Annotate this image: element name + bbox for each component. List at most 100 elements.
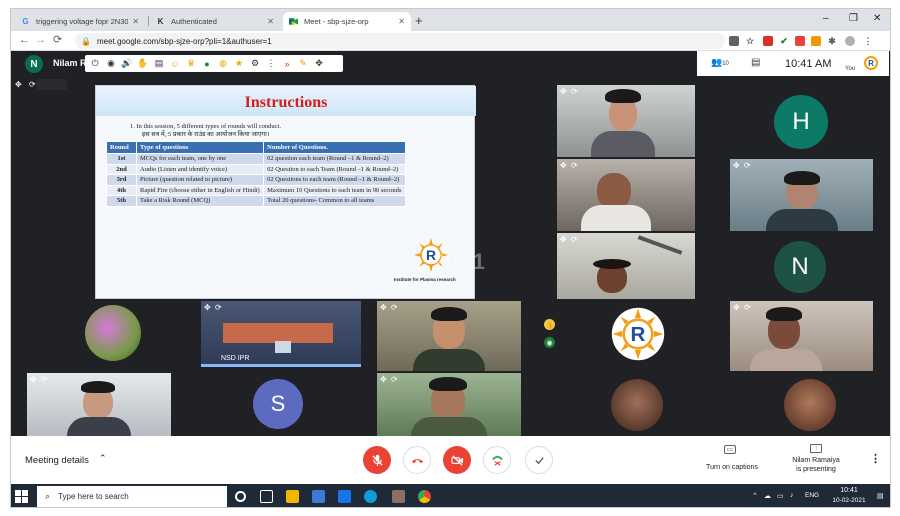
camera-indicator-icon[interactable] bbox=[729, 36, 739, 46]
participant-tile-ipr[interactable]: R bbox=[557, 301, 719, 371]
rotate-icon[interactable]: ⟳ bbox=[571, 161, 578, 170]
input-language[interactable]: ENG bbox=[805, 492, 819, 499]
tab-authenticated[interactable]: K Authenticated ✕ bbox=[150, 12, 280, 31]
pin-icon[interactable]: ✥ bbox=[560, 87, 567, 96]
presenter-status-name[interactable]: Nilam Ramaiya bbox=[781, 457, 851, 464]
annotation-chat-icon[interactable]: ● bbox=[201, 59, 213, 69]
reload-icon[interactable]: ⟳ bbox=[53, 34, 62, 47]
taskbar-clock-time[interactable]: 10:41 bbox=[829, 487, 869, 494]
participant-tile-6[interactable]: ✥ ⟳ bbox=[730, 301, 873, 371]
meeting-details-button[interactable]: Meeting details bbox=[25, 455, 89, 466]
extension-2-icon[interactable] bbox=[795, 36, 805, 46]
annotation-eye-icon[interactable]: ◉ bbox=[105, 58, 117, 69]
participant-tile-8[interactable]: ✥ ⟳ bbox=[377, 373, 521, 436]
forward-icon[interactable]: → bbox=[35, 34, 46, 47]
annotation-power-icon[interactable]: ⏻ bbox=[89, 58, 101, 69]
battery-icon[interactable]: ▭ bbox=[777, 492, 784, 500]
participant-tile-s[interactable]: S bbox=[201, 373, 361, 436]
participant-tile-7[interactable]: ✥ ⟳ bbox=[27, 373, 171, 436]
extension-1-icon[interactable] bbox=[763, 36, 773, 46]
browser-menu-icon[interactable]: ⋮ bbox=[863, 36, 873, 46]
turn-on-captions-button[interactable]: Turn on captions bbox=[701, 464, 763, 471]
annotation-sound-icon[interactable]: 🔊 bbox=[121, 58, 133, 69]
volume-icon[interactable]: ♪ bbox=[790, 492, 794, 499]
profile-avatar-icon[interactable] bbox=[845, 36, 855, 46]
tab-meet[interactable]: Meet - sbp-sjze-orp ✕ bbox=[283, 12, 411, 31]
bookmark-star-icon[interactable]: ☆ bbox=[745, 36, 755, 46]
participant-tile-5[interactable]: ✥ ⟳ bbox=[377, 301, 521, 371]
app-icon[interactable] bbox=[392, 490, 405, 503]
present-done-button[interactable] bbox=[525, 446, 553, 474]
notifications-icon[interactable]: ▤ bbox=[877, 492, 884, 500]
chevron-up-icon[interactable]: ⌃ bbox=[99, 453, 107, 464]
effects-button[interactable] bbox=[483, 446, 511, 474]
rotate-icon[interactable]: ⟳ bbox=[571, 87, 578, 96]
new-tab-button[interactable]: + bbox=[415, 14, 423, 27]
back-icon[interactable]: ← bbox=[19, 34, 30, 47]
rotate-icon[interactable]: ⟳ bbox=[571, 235, 578, 244]
rotate-icon[interactable]: ⟳ bbox=[391, 375, 398, 384]
annotation-move-icon[interactable]: ✥ bbox=[313, 58, 325, 69]
annotation-award-icon[interactable]: ♛ bbox=[185, 58, 197, 69]
annotation-hand-icon[interactable]: ✋ bbox=[137, 58, 149, 69]
chat-icon[interactable]: ▤ bbox=[751, 57, 760, 68]
annotation-emoji-icon[interactable]: ☺ bbox=[169, 59, 181, 69]
leave-call-button[interactable] bbox=[403, 446, 431, 474]
tab-triggering-voltage[interactable]: G triggering voltage fopr 2N3055 t ✕ bbox=[15, 12, 145, 31]
participant-tile-3[interactable]: ✥ ⟳ bbox=[557, 233, 695, 299]
pin-icon[interactable]: ✥ bbox=[380, 303, 387, 312]
extension-check-icon[interactable]: ✔ bbox=[779, 36, 789, 46]
pin-icon[interactable]: ✥ bbox=[15, 80, 22, 89]
pin-icon[interactable]: ✥ bbox=[204, 303, 211, 312]
minimize-icon[interactable]: – bbox=[823, 13, 829, 24]
participant-tile-10[interactable] bbox=[730, 373, 890, 436]
rotate-icon[interactable]: ⟳ bbox=[391, 303, 398, 312]
taskbar-clock-date[interactable]: 10-02-2021 bbox=[823, 497, 875, 504]
cortana-icon[interactable] bbox=[235, 491, 246, 502]
close-tab-icon[interactable]: ✕ bbox=[267, 17, 274, 26]
restore-icon[interactable]: ❐ bbox=[849, 13, 858, 24]
more-options-icon[interactable]: ⋮ bbox=[870, 452, 881, 465]
participant-tile-1[interactable]: ✥ ⟳ bbox=[557, 85, 695, 157]
address-bar[interactable]: 🔒 meet.google.com/sbp-sjze-orp?pli=1&aut… bbox=[75, 33, 725, 49]
onedrive-icon[interactable]: ☁ bbox=[764, 492, 771, 500]
rotate-icon[interactable]: ⟳ bbox=[744, 161, 751, 170]
taskbar-search-box[interactable]: ⌕ Type here to search bbox=[37, 486, 227, 507]
annotation-more-icon[interactable]: ⋮ bbox=[265, 58, 277, 69]
people-icon[interactable]: 👥10 bbox=[711, 57, 729, 68]
task-view-icon[interactable] bbox=[260, 490, 273, 503]
close-window-icon[interactable]: ✕ bbox=[873, 13, 881, 24]
present-icon[interactable]: ↑ bbox=[810, 444, 822, 453]
edge-icon[interactable] bbox=[364, 490, 377, 503]
close-tab-icon[interactable]: ✕ bbox=[132, 17, 139, 26]
mic-off-button[interactable] bbox=[363, 446, 391, 474]
file-explorer-icon[interactable] bbox=[286, 490, 299, 503]
annotation-gear-icon[interactable]: ⚙ bbox=[249, 58, 261, 69]
participant-tile-nsd[interactable]: ✥ ⟳ NSD IPR bbox=[201, 301, 361, 367]
rotate-icon[interactable]: ⟳ bbox=[29, 80, 36, 89]
annotation-star-icon[interactable]: ★ bbox=[233, 58, 245, 69]
participant-tile-n[interactable]: N bbox=[730, 233, 890, 299]
pin-icon[interactable]: ✥ bbox=[380, 375, 387, 384]
extensions-puzzle-icon[interactable]: ✱ bbox=[827, 36, 837, 46]
annotation-tools-icon[interactable]: ✎ bbox=[297, 58, 309, 69]
captions-icon[interactable]: CC bbox=[724, 445, 736, 454]
camera-off-button[interactable] bbox=[443, 446, 471, 474]
pin-icon[interactable]: ✥ bbox=[560, 161, 567, 170]
extension-3-icon[interactable] bbox=[811, 36, 821, 46]
annotation-coin-icon[interactable]: ◍ bbox=[217, 58, 229, 69]
windows-start-icon[interactable] bbox=[15, 490, 28, 503]
pin-icon[interactable]: ✥ bbox=[733, 161, 740, 170]
store-icon[interactable] bbox=[312, 490, 325, 503]
annotation-next-icon[interactable]: » bbox=[281, 59, 293, 69]
close-tab-icon[interactable]: ✕ bbox=[398, 17, 405, 26]
pin-icon[interactable]: ✥ bbox=[733, 303, 740, 312]
pin-icon[interactable]: ✥ bbox=[560, 235, 567, 244]
pin-icon[interactable]: ✥ bbox=[30, 375, 37, 384]
tray-chevron-up-icon[interactable]: ⌃ bbox=[752, 492, 758, 500]
participant-tile-2[interactable]: ✥ ⟳ bbox=[557, 159, 695, 231]
annotation-notes-icon[interactable]: ▤ bbox=[153, 58, 165, 69]
participant-tile-flowers[interactable] bbox=[27, 301, 187, 365]
mail-icon[interactable] bbox=[338, 490, 351, 503]
participant-tile-h[interactable]: H bbox=[730, 85, 890, 157]
